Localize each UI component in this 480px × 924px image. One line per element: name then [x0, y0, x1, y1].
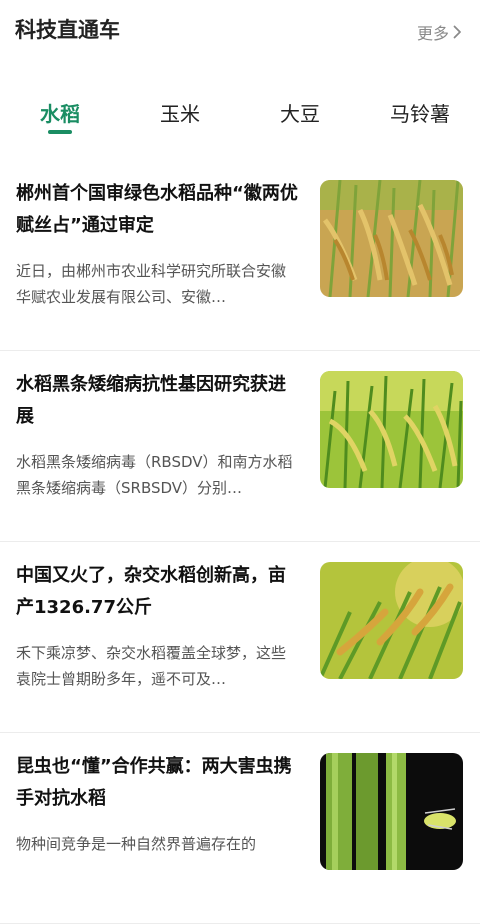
article-headline: 中国又火了，杂交水稻创新高，亩产1326.77公斤: [16, 565, 286, 618]
section-title: 科技直通车: [15, 18, 120, 42]
crop-tabs: 水稻 玉米 大豆 马铃薯: [0, 92, 480, 140]
article-summary: 物种间竞争是一种自然界普遍存在的: [16, 835, 257, 853]
article-summary: 近日，由郴州市农业科学研究所联合安徽华赋农业发展有限公司、安徽…: [16, 262, 287, 306]
article-card[interactable]: 昆虫也“懂”合作共赢：两大害虫携手对抗水稻 物种间竞争是一种自然界普遍存在的: [0, 733, 480, 924]
article-list: 郴州首个国审绿色水稻品种“徽两优赋丝占”通过审定 近日，由郴州市农业科学研究所联…: [0, 160, 480, 924]
article-headline: 郴州首个国审绿色水稻品种“徽两优赋丝占”通过审定: [16, 183, 298, 236]
article-headline: 水稻黑条矮缩病抗性基因研究获进展: [16, 374, 286, 427]
tab-corn[interactable]: 玉米: [160, 98, 200, 127]
active-tab-indicator: [48, 130, 72, 134]
tab-soybean[interactable]: 大豆: [280, 98, 320, 127]
section-header: 科技直通车 更多: [0, 0, 480, 62]
article-summary: 水稻黑条矮缩病毒（RBSDV）和南方水稻黑条矮缩病毒（SRBSDV）分别…: [16, 453, 293, 497]
article-card[interactable]: 水稻黑条矮缩病抗性基因研究获进展 水稻黑条矮缩病毒（RBSDV）和南方水稻黑条矮…: [0, 351, 480, 542]
chevron-right-icon: [453, 25, 461, 39]
article-headline: 昆虫也“懂”合作共赢：两大害虫携手对抗水稻: [16, 756, 292, 809]
rice-stems-insect-photo: [320, 753, 463, 870]
tab-rice[interactable]: 水稻: [40, 98, 80, 127]
article-card[interactable]: 中国又火了，杂交水稻创新高，亩产1326.77公斤 禾下乘凉梦、杂交水稻覆盖全球…: [0, 542, 480, 733]
article-card[interactable]: 郴州首个国审绿色水稻品种“徽两优赋丝占”通过审定 近日，由郴州市农业科学研究所联…: [0, 160, 480, 351]
rice-field-photo: [320, 371, 463, 488]
tab-potato[interactable]: 马铃薯: [390, 98, 450, 127]
rice-ears-photo: [320, 562, 463, 679]
more-label: 更多: [416, 24, 449, 43]
rice-paddy-photo: [320, 180, 463, 297]
article-summary: 禾下乘凉梦、杂交水稻覆盖全球梦，这些袁院士曾期盼多年，遥不可及…: [16, 644, 287, 688]
more-link[interactable]: 更多: [417, 20, 462, 44]
